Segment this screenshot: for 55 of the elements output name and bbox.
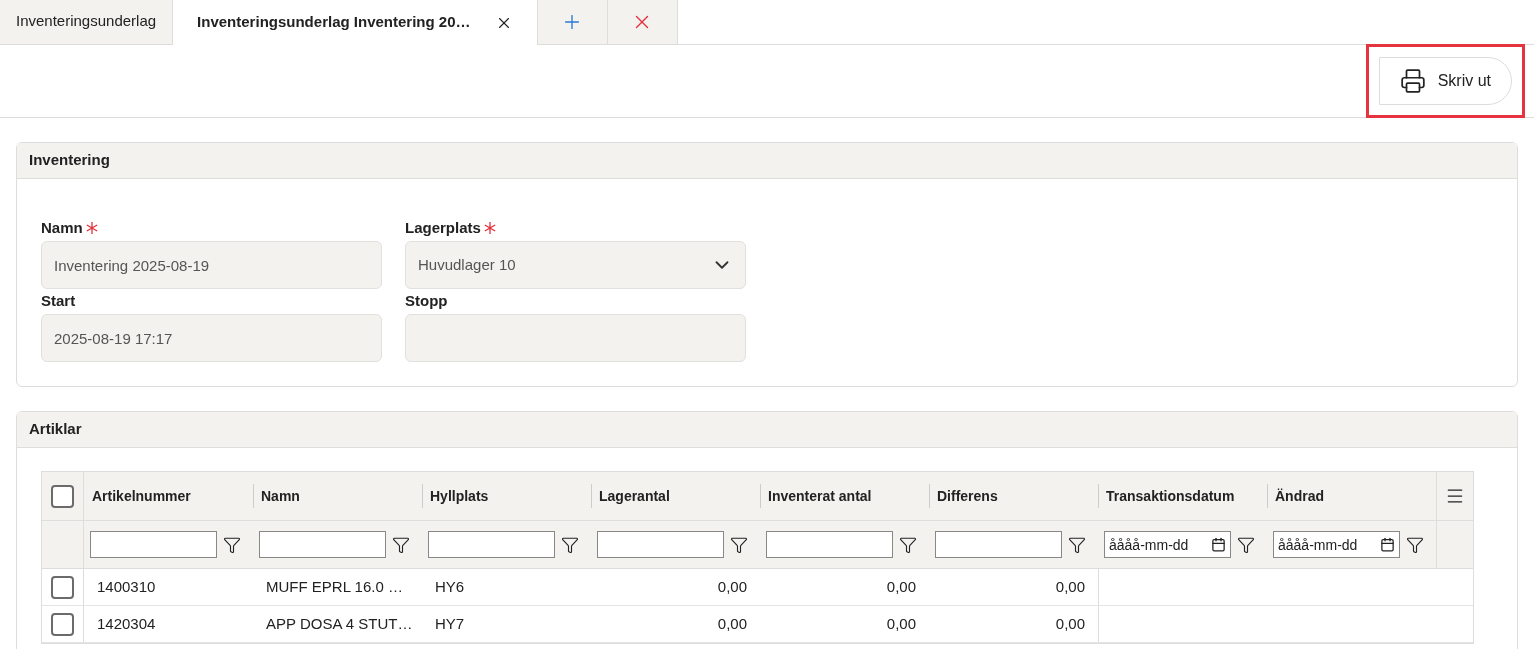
table-cell-text: APP DOSA 4 STUT… <box>266 613 413 634</box>
column-header[interactable]: Lagerantal <box>599 485 670 507</box>
filter-icon[interactable] <box>1068 535 1086 554</box>
field-label: Start <box>41 290 76 311</box>
filter-field[interactable] <box>766 531 893 558</box>
checkbox[interactable] <box>51 575 74 599</box>
table-cell-text: 0,00 <box>717 613 747 634</box>
filter-icon[interactable] <box>561 535 579 554</box>
table-cell-text: HY7 <box>435 613 465 634</box>
column-header[interactable]: Inventerat antal <box>768 485 872 507</box>
input-field[interactable]: Inventering 2025-08-19 <box>41 241 382 289</box>
column-header[interactable]: Transaktionsdatum <box>1106 485 1235 507</box>
date-filter-field[interactable]: åååå-mm-dd <box>1104 531 1231 558</box>
select-field[interactable]: Huvudlager 10 <box>405 241 746 289</box>
filter-field[interactable] <box>259 531 386 558</box>
table-cell-text: 1400310 <box>97 576 156 597</box>
table-cell-text: 1420304 <box>97 613 156 634</box>
field-label: Namn <box>41 217 83 238</box>
filter-field[interactable] <box>597 531 724 558</box>
checkbox[interactable] <box>51 484 74 508</box>
column-header[interactable]: Namn <box>261 485 300 507</box>
column-header[interactable]: Differens <box>937 485 998 507</box>
table-cell-text: HY6 <box>435 576 465 597</box>
filter-field[interactable] <box>428 531 555 558</box>
column-header[interactable]: Hyllplats <box>430 485 489 507</box>
column-header[interactable]: Ändrad <box>1275 485 1324 507</box>
filter-icon[interactable] <box>899 535 917 554</box>
table-cell-text: MUFF EPRL 16.0 … <box>266 576 403 597</box>
panel-title: Inventering <box>29 150 110 171</box>
panel-title: Artiklar <box>29 419 82 440</box>
table-cell-text: 0,00 <box>886 576 916 597</box>
filter-field[interactable] <box>935 531 1062 558</box>
input-field[interactable] <box>405 314 746 362</box>
calendar-icon[interactable] <box>1211 537 1226 552</box>
field-label: Stopp <box>405 290 448 311</box>
table-cell-text: 0,00 <box>717 576 747 597</box>
filter-field[interactable] <box>90 531 217 558</box>
tab[interactable]: Inventeringsunderlag <box>0 0 174 44</box>
filter-icon[interactable] <box>223 535 241 554</box>
filter-icon[interactable] <box>1406 535 1424 554</box>
table-cell-text: 0,00 <box>886 613 916 634</box>
date-filter-field[interactable]: åååå-mm-dd <box>1273 531 1400 558</box>
filter-icon[interactable] <box>392 535 410 554</box>
column-header[interactable]: Artikelnummer <box>92 485 191 507</box>
checkbox[interactable] <box>51 612 74 636</box>
print-button[interactable]: Skriv ut <box>1378 57 1512 105</box>
filter-icon[interactable] <box>730 535 748 554</box>
field-label: Lagerplats <box>405 217 481 238</box>
table-cell-text: 0,00 <box>1055 613 1085 634</box>
table-cell-text: 0,00 <box>1055 576 1085 597</box>
printer-icon <box>1399 68 1426 94</box>
input-field[interactable]: 2025-08-19 17:17 <box>41 314 382 362</box>
filter-icon[interactable] <box>1237 535 1255 554</box>
tab[interactable]: Inventeringsunderlag Inventering 20… <box>173 0 538 45</box>
calendar-icon[interactable] <box>1380 537 1395 552</box>
